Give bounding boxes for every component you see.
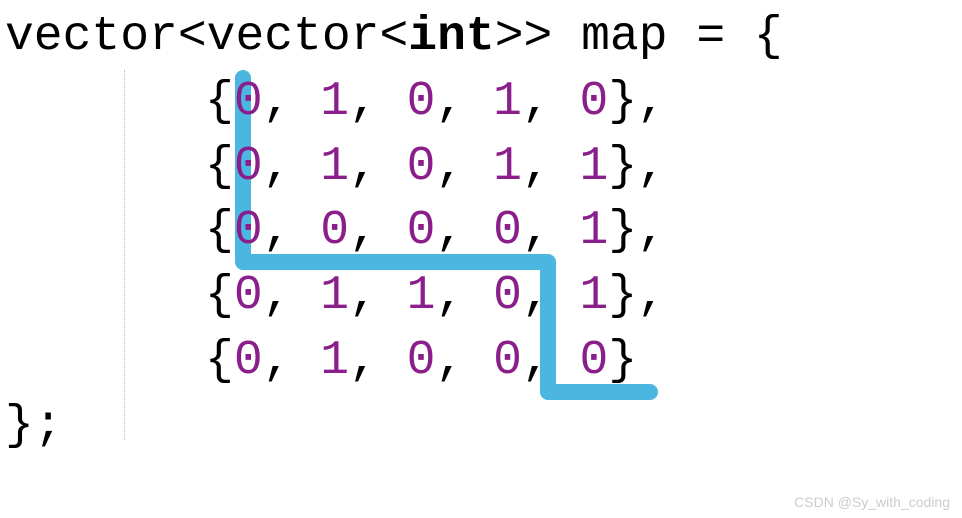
code-row-4: {0, 1, 1, 0, 1}, xyxy=(5,264,962,329)
code-row-3: {0, 0, 0, 0, 1}, xyxy=(5,199,962,264)
code-row-2: {0, 1, 0, 1, 1}, xyxy=(5,135,962,200)
watermark-text: CSDN @Sy_with_coding xyxy=(794,493,950,512)
code-line-end: }; xyxy=(5,394,962,459)
decl-suffix: >> map = { xyxy=(495,10,783,64)
code-block: vector<vector<int>> map = { {0, 1, 0, 1,… xyxy=(0,0,962,459)
type-keyword: int xyxy=(408,10,494,64)
decl-prefix: vector<vector< xyxy=(5,10,408,64)
code-text: vector<vector<int>> map = { {0, 1, 0, 1,… xyxy=(5,5,962,459)
code-row-1: {0, 1, 0, 1, 0}, xyxy=(5,70,962,135)
code-line-decl: vector<vector<int>> map = { xyxy=(5,5,962,70)
code-row-5: {0, 1, 0, 0, 0} xyxy=(5,329,962,394)
